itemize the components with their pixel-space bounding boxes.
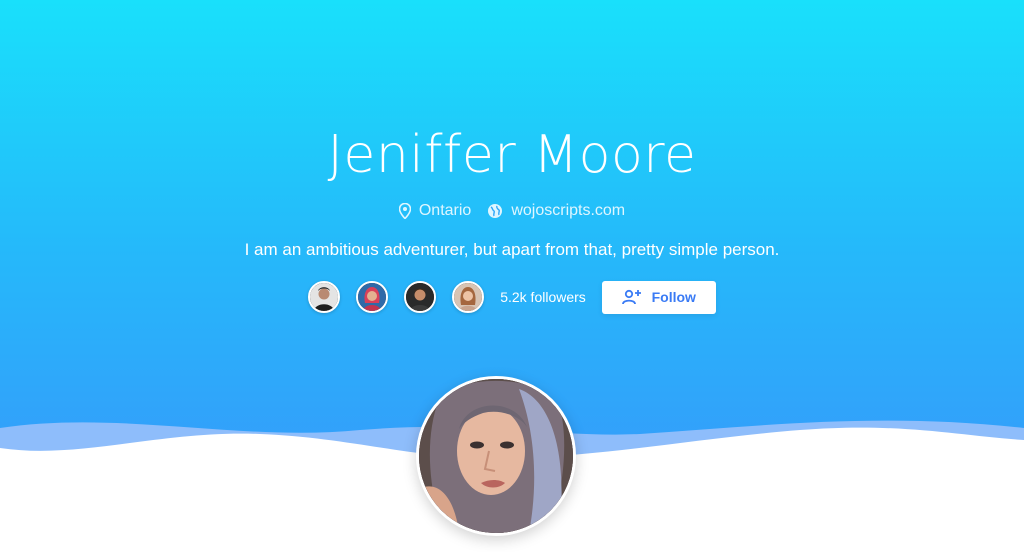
follow-button[interactable]: Follow: [601, 280, 716, 314]
follower-avatar[interactable]: [356, 281, 389, 313]
social-row: 5.2k followers Follow: [0, 280, 1024, 314]
follower-avatar[interactable]: [452, 281, 485, 313]
location-item: Ontario: [398, 202, 472, 220]
follow-button-label: Follow: [651, 289, 696, 305]
followers-count[interactable]: 5.2k followers: [500, 289, 586, 305]
website-item[interactable]: wojoscripts.com: [487, 202, 625, 220]
website-link[interactable]: wojoscripts.com: [511, 202, 625, 220]
follower-avatar[interactable]: [404, 281, 437, 313]
follower-avatars: [308, 281, 485, 313]
profile-photo-image: [419, 379, 573, 533]
profile-name: Jeniffer Moore: [327, 125, 697, 185]
user-add-icon: [621, 289, 641, 305]
follower-avatar[interactable]: [308, 281, 341, 313]
profile-meta: Ontario wojoscripts.com: [0, 198, 1024, 224]
globe-icon: [488, 204, 503, 218]
location-text: Ontario: [418, 202, 472, 219]
profile-bio: I am an ambitious adventurer, but apart …: [244, 240, 780, 259]
profile-photo[interactable]: [416, 376, 576, 536]
map-pin-icon: [398, 203, 411, 219]
